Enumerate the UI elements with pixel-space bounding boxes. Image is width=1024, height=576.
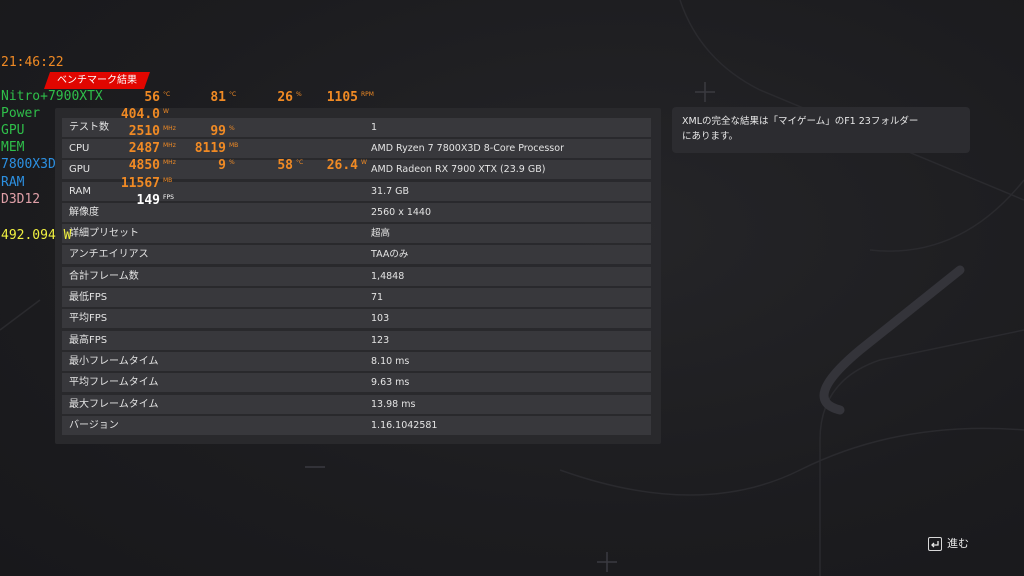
- result-label: バージョン: [69, 420, 119, 431]
- result-value: 31.7 GB: [371, 186, 410, 197]
- result-label: GPU: [69, 164, 91, 175]
- osd-value: 4850: [128, 158, 160, 173]
- result-value: AMD Radeon RX 7900 XTX (23.9 GB): [371, 164, 546, 175]
- result-label: アンチエイリアス: [69, 249, 149, 260]
- osd-value: 2487: [128, 141, 160, 156]
- osd-value: 58: [277, 158, 293, 173]
- result-value: 103: [371, 313, 390, 324]
- enter-key-icon: [928, 537, 942, 551]
- result-label: 平均フレームタイム: [69, 377, 159, 388]
- osd-unit: MB: [163, 177, 173, 184]
- result-row-max-fps: 最高FPS 123: [62, 331, 651, 350]
- result-value: 1,4848: [371, 271, 405, 282]
- result-row-version: バージョン 1.16.1042581: [62, 416, 651, 435]
- benchmark-screen: テスト数 1 CPU AMD Ryzen 7 7800X3D 8-Core Pr…: [0, 0, 1024, 576]
- osd-value: 8119: [194, 141, 226, 156]
- osd-value: 149: [136, 193, 160, 208]
- benchmark-results-badge: ベンチマーク結果: [44, 72, 150, 89]
- result-row-avg-fps: 平均FPS 103: [62, 309, 651, 328]
- osd-row-label: MEM: [1, 140, 25, 155]
- osd-row-label: Nitro+7900XTX: [1, 89, 103, 104]
- result-label: CPU: [69, 143, 90, 154]
- result-row-preset: 詳細プリセット 超高: [62, 224, 651, 243]
- result-label: 平均FPS: [69, 313, 108, 324]
- osd-row-label: D3D12: [1, 192, 41, 207]
- result-value: 8.10 ms: [371, 356, 410, 367]
- result-value: 2560 x 1440: [371, 207, 432, 218]
- info-line: にあります。: [682, 131, 739, 142]
- result-row-min-fps: 最低FPS 71: [62, 288, 651, 307]
- next-button[interactable]: 進む: [928, 536, 969, 552]
- osd-unit: W: [163, 108, 169, 115]
- osd-unit: %: [229, 125, 235, 132]
- osd-total-power: 492.094 W: [1, 228, 72, 243]
- osd-row-label: GPU: [1, 123, 25, 138]
- info-line: XMLの完全な結果は「マイゲーム」のF1 23フォルダー: [682, 116, 919, 127]
- osd-row-label: 7800X3D: [1, 157, 56, 172]
- osd-value: 9: [218, 158, 226, 173]
- osd-value: 26.4: [326, 158, 358, 173]
- osd-value: 1105: [326, 90, 358, 105]
- result-value: 1: [371, 122, 378, 133]
- xml-info-box: XMLの完全な結果は「マイゲーム」のF1 23フォルダー にあります。: [672, 107, 970, 153]
- result-row-max-frametime: 最大フレームタイム 13.98 ms: [62, 395, 651, 414]
- result-label: 最低FPS: [69, 292, 108, 303]
- result-value: TAAのみ: [371, 249, 409, 260]
- osd-row-label: RAM: [1, 175, 25, 190]
- result-label: 合計フレーム数: [69, 271, 139, 282]
- result-label: RAM: [69, 186, 92, 197]
- osd-unit: W: [361, 159, 367, 166]
- osd-value: 11567: [120, 176, 160, 191]
- result-row-total-frames: 合計フレーム数 1,4848: [62, 267, 651, 286]
- result-value: 9.63 ms: [371, 377, 410, 388]
- result-label: 詳細プリセット: [69, 228, 139, 239]
- osd-value: 2510: [128, 124, 160, 139]
- result-label: 最大フレームタイム: [69, 399, 159, 410]
- result-row-antialiasing: アンチエイリアス TAAのみ: [62, 245, 651, 264]
- osd-unit: FPS: [163, 194, 174, 201]
- next-button-label: 進む: [947, 537, 969, 550]
- osd-value: 56: [144, 90, 160, 105]
- result-value: 123: [371, 335, 390, 346]
- osd-value: 81: [210, 90, 226, 105]
- result-value: 71: [371, 292, 384, 303]
- result-value: 13.98 ms: [371, 399, 416, 410]
- osd-value: 99: [210, 124, 226, 139]
- osd-unit: MB: [229, 142, 239, 149]
- osd-value: 404.0: [120, 107, 160, 122]
- osd-clock: 21:46:22: [1, 55, 64, 70]
- result-label: 最小フレームタイム: [69, 356, 159, 367]
- result-value: 超高: [371, 228, 391, 239]
- result-value: 1.16.1042581: [371, 420, 438, 431]
- result-row-avg-frametime: 平均フレームタイム 9.63 ms: [62, 373, 651, 392]
- osd-unit: RPM: [361, 91, 374, 98]
- result-label: 最高FPS: [69, 335, 108, 346]
- result-row-min-frametime: 最小フレームタイム 8.10 ms: [62, 352, 651, 371]
- result-value: AMD Ryzen 7 7800X3D 8-Core Processor: [371, 143, 564, 154]
- osd-value: 26: [277, 90, 293, 105]
- osd-row-label: Power: [1, 106, 41, 121]
